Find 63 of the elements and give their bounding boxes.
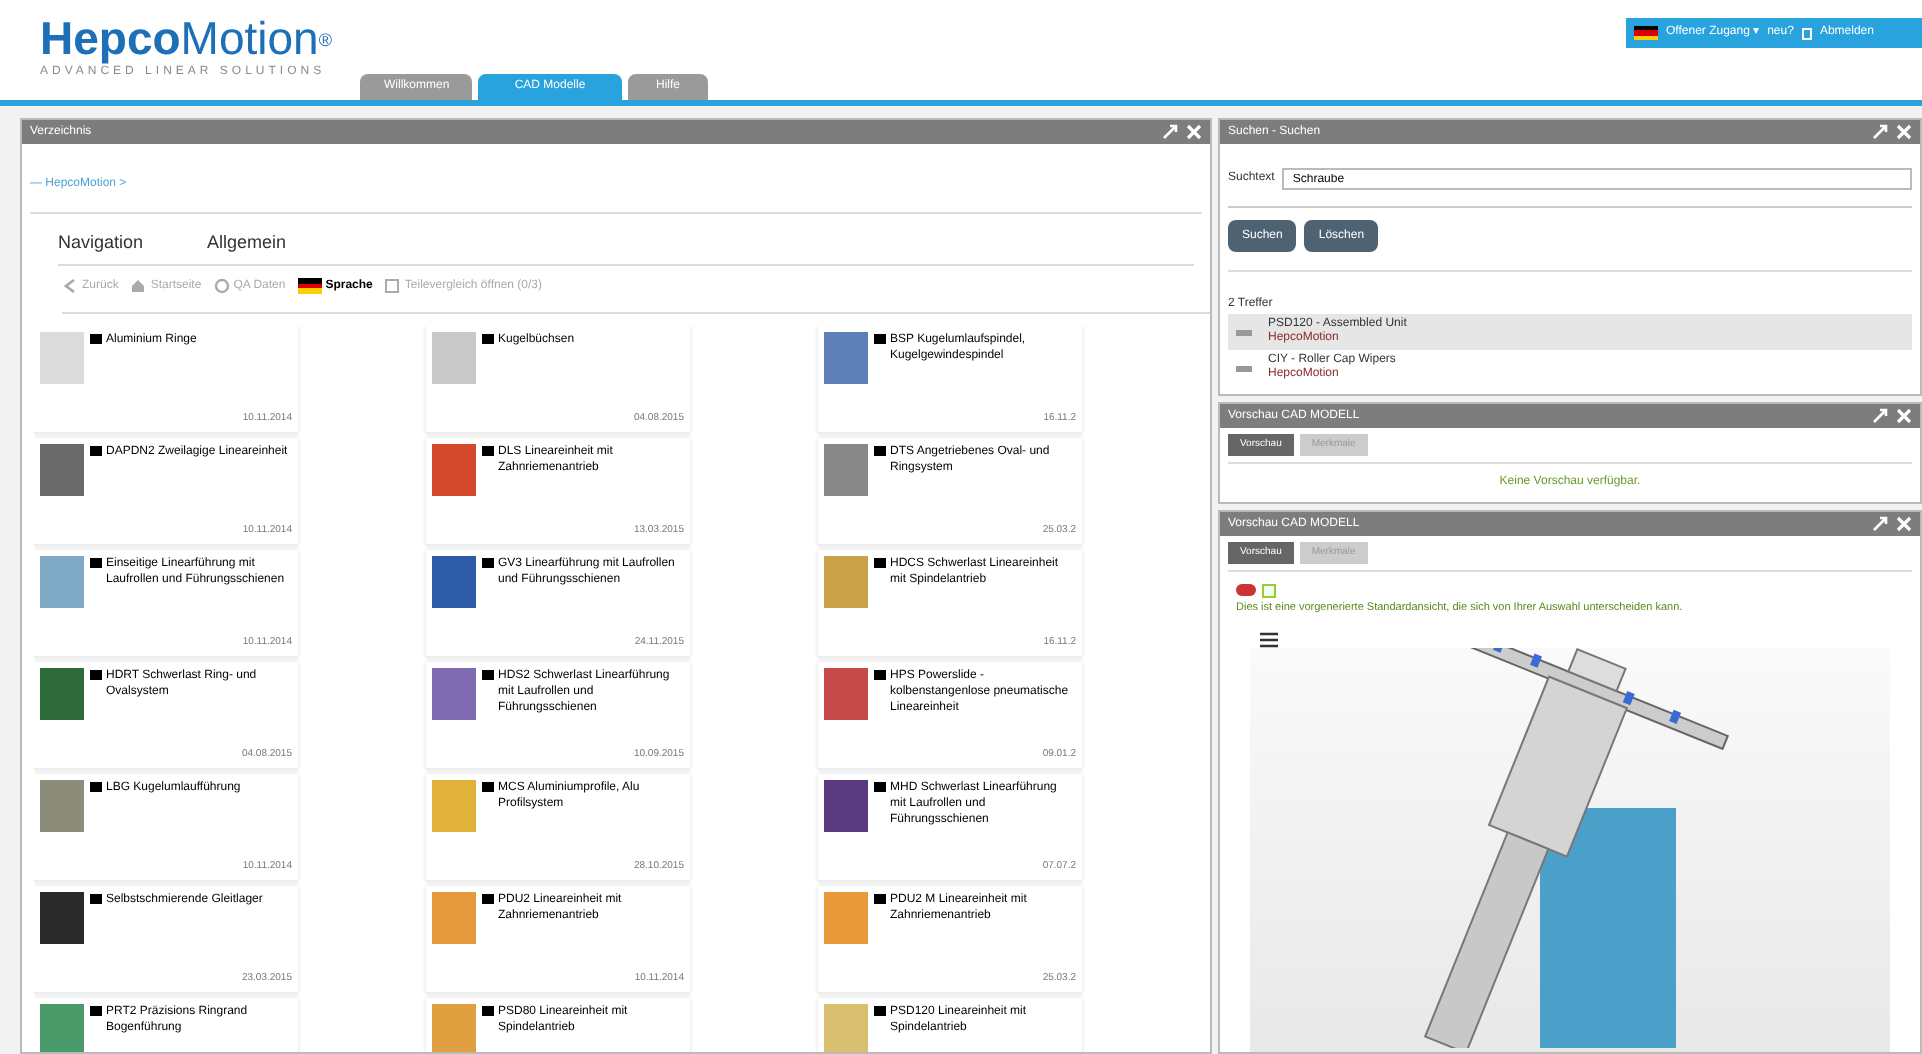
folder-icon (482, 893, 494, 903)
folder-icon (482, 669, 494, 679)
expand-icon[interactable] (1872, 408, 1888, 424)
product-image (824, 443, 868, 495)
folder-icon (90, 669, 102, 679)
product-image (40, 891, 84, 943)
circle-icon (213, 278, 230, 294)
product-image (432, 667, 476, 719)
folder-icon (874, 445, 886, 455)
home-icon (130, 278, 147, 294)
product-image (40, 667, 84, 719)
product-image (824, 555, 868, 607)
product-image (40, 1003, 84, 1052)
folder-icon (482, 445, 494, 455)
close-icon[interactable] (1896, 516, 1912, 532)
folder-icon (482, 781, 494, 791)
folder-icon (874, 557, 886, 567)
folder-icon (482, 333, 494, 343)
product-image (824, 891, 868, 943)
folder-icon (874, 1005, 886, 1015)
folder-icon (874, 669, 886, 679)
folder-icon (90, 445, 102, 455)
folder-icon (90, 893, 102, 903)
product-image (432, 1003, 476, 1052)
back-icon (62, 278, 78, 294)
product-image (40, 779, 84, 831)
flag-icon (1634, 25, 1658, 41)
part-thumbnail (1236, 329, 1252, 335)
nav-tab[interactable]: Navigation (58, 230, 144, 257)
expand-icon[interactable] (1162, 124, 1178, 140)
close-icon[interactable] (1896, 124, 1912, 140)
product-image (824, 331, 868, 383)
product-image (432, 779, 476, 831)
folder-icon (874, 333, 886, 343)
square-icon (384, 278, 401, 294)
menu-icon[interactable] (1260, 632, 1278, 649)
product-image (40, 331, 84, 383)
logo: HepcoMotion$^{®}$ (40, 12, 332, 64)
product-image (824, 779, 868, 831)
product-image (824, 1003, 868, 1052)
flag-icon (297, 278, 322, 294)
folder-icon (90, 1005, 102, 1015)
folder-icon (90, 781, 102, 791)
expand-icon[interactable] (1872, 124, 1888, 140)
expand-icon[interactable] (1872, 516, 1888, 532)
part-thumbnail (1236, 365, 1252, 371)
product-image (432, 331, 476, 383)
folder-icon (482, 1005, 494, 1015)
product-image (432, 555, 476, 607)
close-icon[interactable] (1186, 124, 1202, 140)
product-image (40, 555, 84, 607)
product-image (40, 443, 84, 495)
nav-tab[interactable]: Allgemein (207, 230, 287, 257)
folder-icon (90, 333, 102, 343)
product-image (432, 891, 476, 943)
folder-icon (482, 557, 494, 567)
folder-icon (874, 781, 886, 791)
product-image (824, 667, 868, 719)
close-icon[interactable] (1896, 408, 1912, 424)
folder-icon (874, 893, 886, 903)
door-icon (1801, 27, 1812, 39)
product-image (432, 443, 476, 495)
folder-icon (90, 557, 102, 567)
